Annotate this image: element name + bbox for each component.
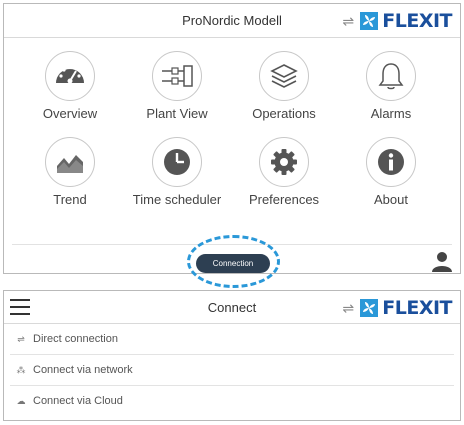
tile-label: Overview (42, 106, 98, 121)
overview-button[interactable] (45, 51, 95, 101)
tile-label: Trend (53, 192, 87, 207)
plant-schematic-icon (162, 65, 193, 87)
gear-icon (271, 149, 297, 175)
info-icon (378, 149, 404, 175)
layers-icon (270, 64, 298, 88)
tile-label: Time scheduler (132, 192, 222, 207)
home-header: ProNordic Modell ⇌ FLEXIT (4, 4, 460, 38)
connection-arrows-icon: ⇌ (342, 299, 355, 316)
flexit-fan-icon (360, 299, 379, 317)
plant-view-button[interactable] (152, 51, 202, 101)
connect-header: Connect ⇌ FLEXIT (4, 291, 460, 324)
list-item-label: Connect via network (33, 364, 133, 376)
brand-name: FLEXIT (382, 10, 452, 32)
flexit-logo: ⇌ FLEXIT (340, 10, 452, 32)
tile-trend[interactable]: Trend (20, 137, 120, 217)
network-connection-item[interactable]: ⁂ Connect via network (4, 355, 460, 385)
trend-button[interactable] (45, 137, 95, 187)
operations-button[interactable] (259, 51, 309, 101)
about-button[interactable] (366, 137, 416, 187)
user-icon[interactable] (432, 251, 452, 272)
tile-overview[interactable]: Overview (20, 51, 120, 131)
tile-label: About (374, 192, 408, 207)
tile-label: Preferences (248, 192, 320, 207)
preferences-button[interactable] (259, 137, 309, 187)
list-item-label: Connect via Cloud (33, 395, 123, 407)
time-scheduler-button[interactable] (152, 137, 202, 187)
tile-alarms[interactable]: Alarms (341, 51, 441, 131)
alarms-button[interactable] (366, 51, 416, 101)
direct-connection-icon: ⇌ (17, 333, 25, 344)
tile-label: Alarms (370, 106, 412, 121)
tile-time-scheduler[interactable]: Time scheduler (127, 137, 227, 217)
gauge-icon (56, 65, 84, 84)
connect-screen: Connect ⇌ FLEXIT ⇌ Direct connection ⁂ C… (3, 290, 461, 421)
area-chart-icon (57, 155, 83, 173)
tile-label: Operations (252, 106, 316, 121)
clock-icon (164, 149, 190, 175)
brand-name: FLEXIT (382, 297, 452, 319)
home-screen: ProNordic Modell ⇌ FLEXIT Overview Plant… (3, 3, 461, 288)
flexit-fan-icon (360, 12, 379, 30)
bell-icon (378, 63, 404, 90)
tile-plant-view[interactable]: Plant View (127, 51, 227, 131)
network-icon: ⁂ (16, 364, 26, 375)
cloud-connection-item[interactable]: ☁ Connect via Cloud (4, 386, 460, 416)
tile-label: Plant View (146, 106, 208, 121)
flexit-logo: ⇌ FLEXIT (340, 297, 452, 319)
cloud-icon: ☁ (16, 395, 26, 406)
list-item-label: Direct connection (33, 333, 118, 345)
direct-connection-item[interactable]: ⇌ Direct connection (4, 324, 460, 354)
tile-operations[interactable]: Operations (234, 51, 334, 131)
tile-preferences[interactable]: Preferences (234, 137, 334, 217)
connection-button[interactable]: Connection (196, 254, 270, 273)
tile-about[interactable]: About (341, 137, 441, 217)
connection-arrows-icon: ⇌ (342, 12, 355, 29)
